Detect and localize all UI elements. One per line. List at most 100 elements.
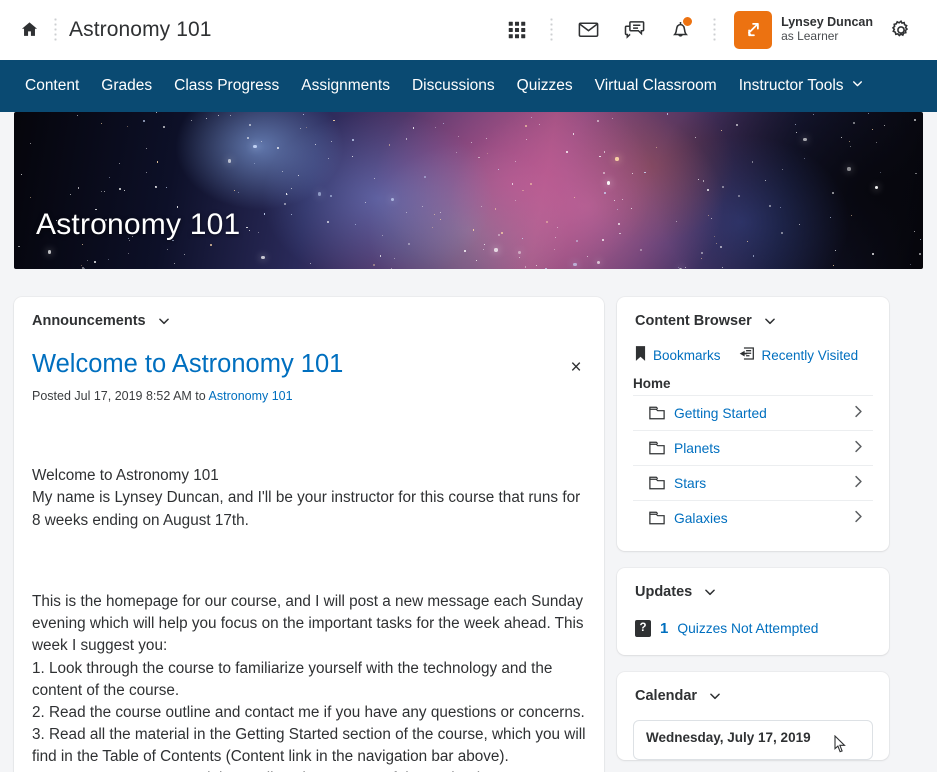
- announcement-title-link[interactable]: Welcome to Astronomy 101: [32, 349, 343, 381]
- update-label: Quizzes Not Attempted: [677, 621, 819, 636]
- content-item-label: Planets: [674, 440, 721, 456]
- close-icon[interactable]: ×: [564, 355, 588, 379]
- chevron-right-icon: [854, 405, 867, 421]
- recently-visited-link[interactable]: Recently Visited: [738, 346, 859, 364]
- announcements-widget: Announcements Welcome to Astronomy 101 ×…: [14, 297, 604, 772]
- course-banner-wrapper: Astronomy 101: [0, 112, 937, 269]
- chevron-down-icon[interactable]: [157, 314, 171, 328]
- chevron-right-icon: [854, 510, 867, 526]
- folder-icon: [649, 476, 665, 490]
- content-browser-body: Bookmarks Recently Visited Home Getting …: [617, 333, 889, 551]
- content-browser-home-label: Home: [633, 376, 671, 391]
- course-navbar: Content Grades Class Progress Assignment…: [0, 60, 937, 112]
- subscription-alerts-icon[interactable]: [611, 8, 657, 52]
- chevron-down-icon[interactable]: [763, 314, 777, 328]
- nav-item-virtual-classroom[interactable]: Virtual Classroom: [584, 71, 728, 101]
- recently-visited-label: Recently Visited: [761, 347, 859, 363]
- header-divider-2: [550, 16, 554, 43]
- announcements-title: Announcements: [32, 313, 146, 329]
- nav-item-instructor-tools[interactable]: Instructor Tools: [728, 71, 875, 101]
- nav-label: Instructor Tools: [738, 77, 844, 94]
- announcement-body: Welcome to Astronomy 101 My name is Lyns…: [32, 421, 586, 772]
- folder-icon: [649, 406, 665, 420]
- user-role-label: as Learner: [781, 28, 839, 43]
- course-banner-image: Astronomy 101: [14, 112, 923, 269]
- nav-label: Grades: [101, 77, 153, 94]
- updates-body: ? 1 Quizzes Not Attempted: [617, 604, 889, 655]
- home-icon[interactable]: [14, 15, 44, 45]
- calendar-date-selector[interactable]: Wednesday, July 17, 2019: [633, 720, 873, 760]
- calendar-header: Calendar: [617, 672, 889, 708]
- content-item-label: Stars: [674, 475, 707, 491]
- page-title: Astronomy 101: [69, 17, 212, 41]
- nav-item-discussions[interactable]: Discussions: [401, 71, 506, 101]
- recently-visited-icon: [738, 346, 755, 364]
- updates-widget: Updates ? 1 Quizzes Not Attempted: [617, 568, 889, 655]
- updates-header: Updates: [617, 568, 889, 604]
- content-item-stars[interactable]: Stars: [633, 465, 873, 500]
- nav-label: Class Progress: [174, 77, 280, 94]
- announcement-paragraph-2: This is the homepage for our course, and…: [32, 593, 586, 772]
- side-column: Content Browser Bookmarks Recently Visit…: [617, 297, 889, 760]
- notification-badge: [682, 15, 694, 27]
- nav-label: Content: [25, 77, 80, 94]
- content-item-label: Getting Started: [674, 405, 767, 421]
- bookmarks-label: Bookmarks: [653, 347, 721, 363]
- quiz-icon: ?: [635, 620, 651, 637]
- bookmark-icon: [635, 346, 646, 364]
- header-divider: [54, 16, 57, 43]
- content-item-label: Galaxies: [674, 510, 728, 526]
- announcement-paragraph-1: Welcome to Astronomy 101 My name is Lyns…: [32, 467, 581, 529]
- announcement-meta: Posted Jul 17, 2019 8:52 AM to Astronomy…: [32, 389, 586, 403]
- nav-item-assignments[interactable]: Assignments: [290, 71, 401, 101]
- content-item-getting-started[interactable]: Getting Started: [633, 395, 873, 430]
- content-browser-widget: Content Browser Bookmarks Recently Visit…: [617, 297, 889, 551]
- content-browser-header: Content Browser: [617, 297, 889, 333]
- calendar-title: Calendar: [635, 688, 698, 704]
- chevron-down-icon[interactable]: [708, 689, 722, 703]
- role-switch-button[interactable]: Lynsey Duncan as Learner: [734, 10, 873, 49]
- announcement-posted-date: Posted Jul 17, 2019 8:52 AM to: [32, 388, 209, 403]
- role-switch-icon: [734, 10, 773, 49]
- calendar-current-date: Wednesday, July 17, 2019: [646, 730, 811, 745]
- header-actions: Lynsey Duncan as Learner: [494, 8, 921, 52]
- nav-item-grades[interactable]: Grades: [90, 71, 163, 101]
- update-item-quizzes[interactable]: ? 1 Quizzes Not Attempted: [635, 610, 871, 637]
- folder-icon: [649, 511, 665, 525]
- mouse-cursor-icon: [834, 735, 846, 753]
- calendar-widget: Calendar Wednesday, July 17, 2019: [617, 672, 889, 760]
- nav-label: Virtual Classroom: [594, 77, 717, 94]
- content-browser-title: Content Browser: [635, 313, 752, 329]
- updates-title: Updates: [635, 584, 693, 600]
- content-browser-links: Bookmarks Recently Visited: [633, 337, 873, 371]
- nav-label: Quizzes: [516, 77, 573, 94]
- announcement-post: Welcome to Astronomy 101 × Posted Jul 17…: [14, 333, 604, 772]
- banner-title: Astronomy 101: [36, 208, 241, 241]
- content-item-galaxies[interactable]: Galaxies: [633, 500, 873, 535]
- banner-stars: [14, 112, 923, 269]
- bookmarks-link[interactable]: Bookmarks: [635, 346, 721, 364]
- nav-label: Assignments: [301, 77, 390, 94]
- chevron-right-icon: [854, 475, 867, 491]
- folder-icon: [649, 441, 665, 455]
- nav-item-class-progress[interactable]: Class Progress: [163, 71, 290, 101]
- content-item-planets[interactable]: Planets: [633, 430, 873, 465]
- header-divider-3: [713, 16, 717, 43]
- nav-item-quizzes[interactable]: Quizzes: [506, 71, 584, 101]
- chevron-down-icon[interactable]: [703, 585, 717, 599]
- user-name: Lynsey Duncan: [781, 15, 873, 30]
- waffle-menu-icon[interactable]: [494, 8, 540, 52]
- nav-label: Discussions: [411, 77, 495, 94]
- update-count: 1: [660, 620, 669, 637]
- notifications-bell-icon[interactable]: [657, 8, 703, 52]
- chevron-right-icon: [854, 440, 867, 456]
- email-icon[interactable]: [565, 8, 611, 52]
- top-header: Astronomy 101 Lynsey Duncan as Learner: [0, 0, 937, 60]
- announcement-course-link[interactable]: Astronomy 101: [209, 389, 293, 403]
- calendar-body: Wednesday, July 17, 2019: [617, 708, 889, 760]
- nav-item-content[interactable]: Content: [14, 71, 90, 101]
- announcements-header: Announcements: [14, 297, 604, 333]
- main-column: Announcements Welcome to Astronomy 101 ×…: [14, 297, 604, 772]
- chevron-down-icon: [851, 77, 864, 95]
- gear-icon[interactable]: [881, 10, 921, 50]
